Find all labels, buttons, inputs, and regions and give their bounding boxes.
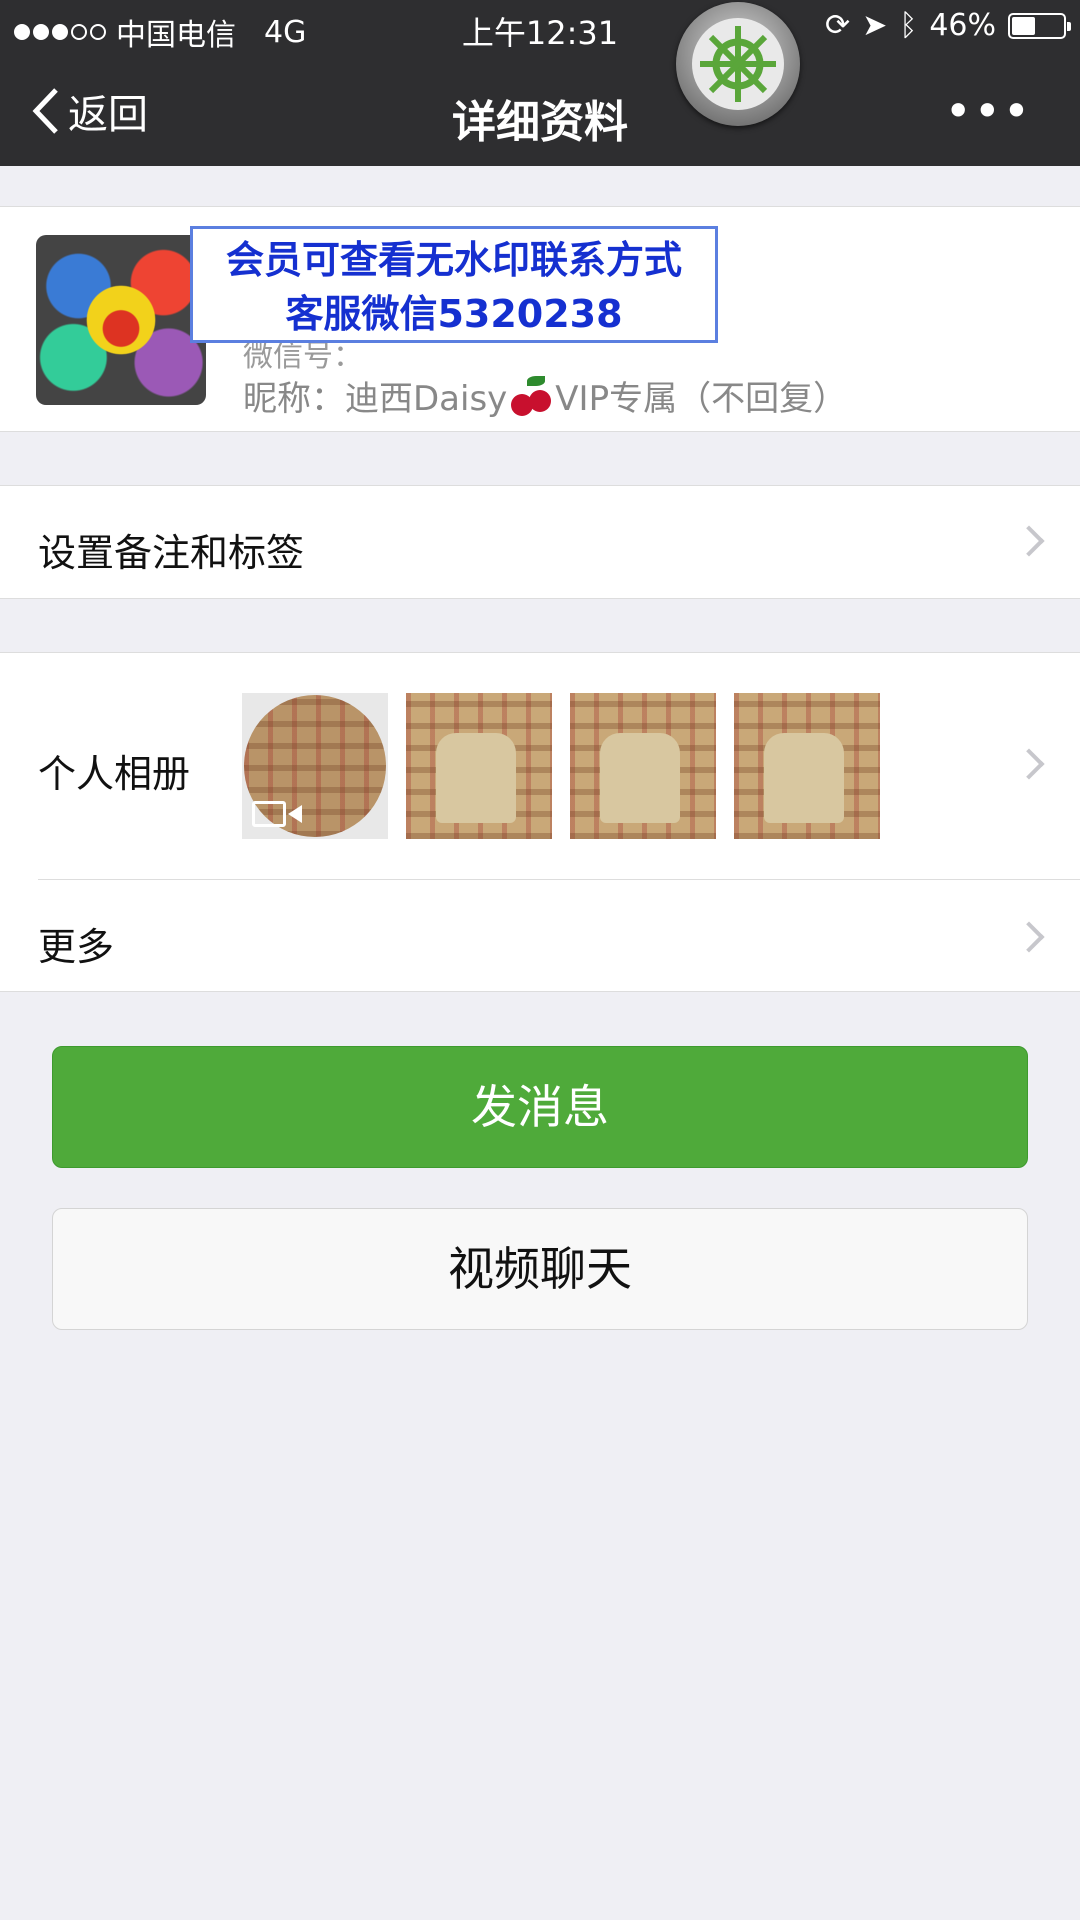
watermark-line-2: 客服微信5320238 bbox=[285, 292, 623, 336]
album-photos bbox=[242, 693, 880, 839]
album-row[interactable]: 个人相册 bbox=[0, 653, 1080, 879]
nav-bar: 返回 详细资料 ••• bbox=[0, 58, 1080, 166]
chevron-right-icon bbox=[1013, 921, 1045, 953]
watermark-line-1: 会员可查看无水印联系方式 bbox=[225, 238, 682, 282]
video-chat-button[interactable]: 视频聊天 bbox=[52, 1208, 1028, 1330]
watermark-banner: 会员可查看无水印联系方式 客服微信5320238 bbox=[190, 226, 718, 343]
video-camera-icon bbox=[252, 799, 304, 829]
remark-tags-row[interactable]: 设置备注和标签 bbox=[0, 485, 1080, 599]
status-bar: 中国电信 4G 上午12:31 ⟳ ➤ ᛒ 46% bbox=[0, 0, 1080, 58]
page-title: 详细资料 bbox=[452, 97, 628, 148]
bluetooth-icon: ᛒ bbox=[899, 8, 918, 43]
album-photo[interactable] bbox=[242, 693, 388, 839]
location-icon: ➤ bbox=[862, 8, 888, 43]
remark-tags-label: 设置备注和标签 bbox=[38, 531, 305, 575]
album-photo[interactable] bbox=[570, 693, 716, 839]
nickname-label: 昵称： bbox=[243, 379, 345, 419]
nickname-name: 迪西Daisy bbox=[345, 379, 508, 419]
more-dots-icon[interactable]: ••• bbox=[945, 84, 1032, 138]
battery-percent: 46% bbox=[929, 8, 996, 43]
nickname-suffix: VIP专属（不回复） bbox=[555, 379, 848, 419]
album-photo[interactable] bbox=[406, 693, 552, 839]
battery-icon bbox=[1008, 12, 1071, 39]
ship-wheel-icon[interactable] bbox=[676, 2, 800, 126]
send-message-button[interactable]: 发消息 bbox=[52, 1046, 1028, 1168]
album-photo[interactable] bbox=[734, 693, 880, 839]
chevron-right-icon bbox=[1013, 525, 1045, 557]
cherry-icon bbox=[511, 375, 552, 416]
more-label: 更多 bbox=[38, 925, 115, 969]
more-row[interactable]: 更多 bbox=[0, 880, 1080, 993]
nickname-line: 昵称： 迪西Daisy VIP专属（不回复） bbox=[243, 371, 847, 420]
album-label: 个人相册 bbox=[38, 752, 191, 796]
chevron-right-icon bbox=[1013, 748, 1045, 780]
status-right: ⟳ ➤ ᛒ 46% bbox=[825, 8, 1071, 43]
rotation-lock-icon: ⟳ bbox=[825, 8, 851, 43]
avatar[interactable] bbox=[36, 235, 206, 405]
info-group: 个人相册 更多 bbox=[0, 652, 1080, 992]
